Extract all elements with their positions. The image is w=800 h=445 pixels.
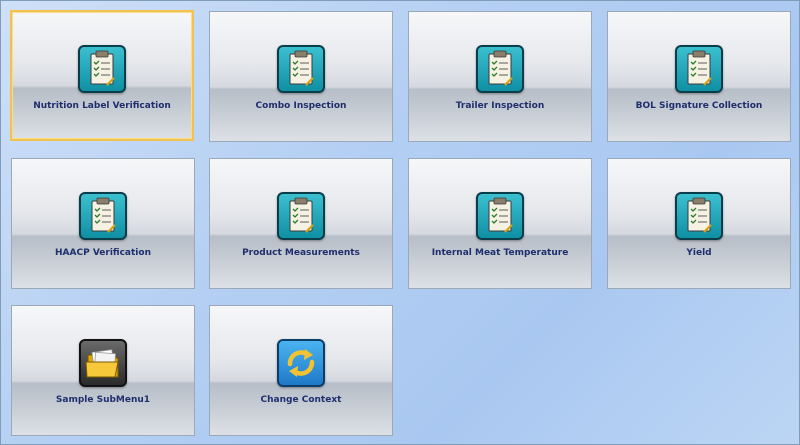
clipboard-checklist-icon xyxy=(277,192,325,240)
tile-label: Trailer Inspection xyxy=(455,101,545,111)
tile-nutrition-label-verification[interactable]: Nutrition Label Verification xyxy=(10,10,194,141)
tile-label: BOL Signature Collection xyxy=(635,101,763,111)
clipboard-checklist-icon xyxy=(476,192,524,240)
folder-icon xyxy=(79,339,127,387)
tile-haacp-verification[interactable]: HAACP Verification xyxy=(11,158,195,289)
clipboard-checklist-icon xyxy=(675,192,723,240)
tile-product-measurements[interactable]: Product Measurements xyxy=(209,158,393,289)
tile-sample-submenu1[interactable]: Sample SubMenu1 xyxy=(11,305,195,436)
tile-label: Change Context xyxy=(260,395,342,405)
tile-label: Internal Meat Temperature xyxy=(431,248,569,258)
tile-label: Sample SubMenu1 xyxy=(55,395,151,405)
clipboard-checklist-icon xyxy=(675,45,723,93)
tile-label: Product Measurements xyxy=(242,248,360,258)
tile-bol-signature-collection[interactable]: BOL Signature Collection xyxy=(607,11,791,142)
clipboard-checklist-icon xyxy=(277,45,325,93)
tile-label: HAACP Verification xyxy=(55,248,151,258)
clipboard-checklist-icon xyxy=(78,45,126,93)
tile-internal-meat-temperature[interactable]: Internal Meat Temperature xyxy=(408,158,592,289)
tile-trailer-inspection[interactable]: Trailer Inspection xyxy=(408,11,592,142)
tile-yield[interactable]: Yield xyxy=(607,158,791,289)
clipboard-checklist-icon xyxy=(476,45,524,93)
tile-label: Combo Inspection xyxy=(255,101,347,111)
menu-frame: Nutrition Label Verification Combo Inspe… xyxy=(0,0,800,445)
clipboard-checklist-icon xyxy=(79,192,127,240)
tile-combo-inspection[interactable]: Combo Inspection xyxy=(209,11,393,142)
refresh-arrows-icon xyxy=(277,339,325,387)
tile-label: Nutrition Label Verification xyxy=(33,101,171,111)
tile-change-context[interactable]: Change Context xyxy=(209,305,393,436)
tile-label: Yield xyxy=(686,248,712,258)
